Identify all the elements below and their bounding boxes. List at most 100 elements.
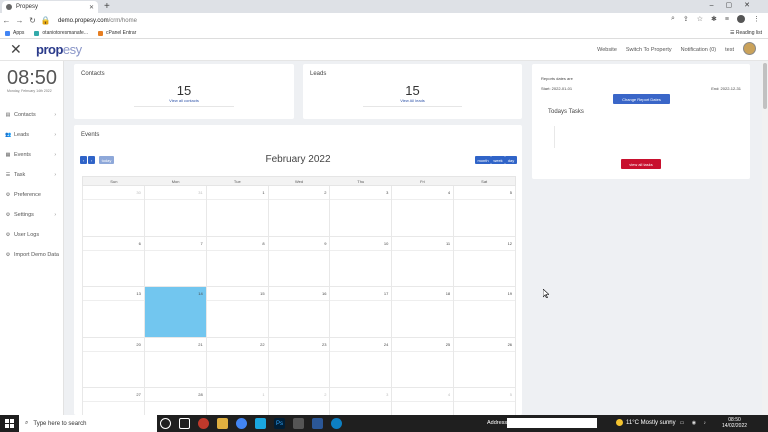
nav-switch-property[interactable]: Switch To Property	[626, 47, 672, 53]
task-view-icon[interactable]	[179, 418, 190, 429]
browser-tab[interactable]: Propesy ✕	[2, 1, 98, 13]
reload-icon[interactable]: ↻	[26, 16, 39, 25]
taskbar-clock[interactable]: 08:50 14/02/2022	[722, 417, 747, 429]
sidebar-item-task[interactable]: ☰ Task ›	[0, 165, 64, 185]
file-explorer-icon[interactable]	[217, 418, 228, 429]
sidebar-icon[interactable]: ≡	[725, 16, 729, 23]
calendar-day[interactable]: 6	[83, 236, 145, 287]
calendar-day[interactable]: 2	[268, 388, 331, 415]
sidebar-item-preference[interactable]: ⚙ Preference	[0, 185, 64, 205]
windows-start-icon[interactable]	[5, 419, 14, 428]
close-menu-icon[interactable]: ✕	[10, 41, 22, 58]
zoom-icon[interactable]: ⌕	[671, 15, 675, 23]
calendar-day[interactable]: 1	[206, 388, 269, 415]
close-tab-icon[interactable]: ✕	[89, 4, 94, 11]
calendar-day[interactable]: 17	[330, 287, 393, 338]
calendar-day[interactable]: 3	[330, 186, 393, 237]
profile-avatar[interactable]	[737, 15, 745, 23]
view-day-button[interactable]: day	[505, 156, 517, 164]
day-divider	[83, 401, 144, 402]
calendar-day[interactable]: 18	[392, 287, 455, 338]
system-tray-icons[interactable]: ⌃ ▭ ◉ ♪	[668, 420, 709, 426]
app-icon[interactable]	[293, 418, 304, 429]
calendar-day[interactable]: 16	[268, 287, 331, 338]
forward-icon[interactable]: →	[13, 16, 26, 25]
nav-user[interactable]: test	[725, 47, 734, 53]
calendar-day[interactable]: 7	[144, 236, 207, 287]
reading-list[interactable]: ☰ Reading list	[730, 30, 762, 36]
view-all-leads-link[interactable]: View All leads	[303, 98, 522, 103]
star-icon[interactable]: ☆	[697, 15, 703, 23]
calendar-day[interactable]: 10	[330, 236, 393, 287]
nav-website[interactable]: Website	[597, 47, 617, 53]
sidebar-item-import-demo-data[interactable]: ⚙ Import Demo Data	[0, 245, 64, 265]
calendar-day[interactable]: 2	[268, 186, 331, 237]
calendar-day[interactable]: 3	[330, 388, 393, 415]
calendar-day[interactable]: 27	[83, 388, 145, 415]
share-icon[interactable]: ⇪	[683, 15, 689, 23]
calendar-day[interactable]: 8	[206, 236, 269, 287]
calendar-day[interactable]: 31	[144, 186, 207, 237]
weather-widget[interactable]: 11°C Mostly sunny	[616, 419, 676, 426]
view-week-button[interactable]: week	[491, 156, 505, 164]
calendar-day[interactable]: 21	[144, 337, 207, 388]
sidebar-item-user-logs[interactable]: ⚙ User Logs	[0, 225, 64, 245]
calendar-week: 27 28 1 2 3 4 5	[82, 388, 517, 415]
taskbar-address-input[interactable]	[507, 418, 597, 428]
calendar-day[interactable]: 22	[206, 337, 269, 388]
sidebar-item-events[interactable]: ▦ Events ›	[0, 145, 64, 165]
taskbar-search[interactable]: ⌕ Type here to search	[19, 415, 157, 432]
calendar-day[interactable]: 30	[83, 186, 145, 237]
url-field[interactable]: demo.propesy.com/crm/home	[58, 18, 137, 24]
calendar-day[interactable]: 26	[454, 337, 517, 388]
calendar-day[interactable]: 5	[454, 186, 517, 237]
calendar-day[interactable]: 25	[392, 337, 455, 388]
skype-icon[interactable]	[255, 418, 266, 429]
calendar-day[interactable]: 15	[206, 287, 269, 338]
opera-icon[interactable]	[198, 418, 209, 429]
sidebar-item-leads[interactable]: 👥 Leads ›	[0, 125, 64, 145]
scrollbar-thumb[interactable]	[763, 63, 767, 109]
view-all-contacts-link[interactable]: View all contacts	[74, 98, 294, 103]
calendar-day-today[interactable]: 14	[144, 287, 207, 338]
window-controls[interactable]: –▢✕	[710, 1, 762, 9]
calendar-day[interactable]: 11	[392, 236, 455, 287]
cortana-icon[interactable]	[160, 418, 171, 429]
logo[interactable]: propesy	[36, 42, 82, 57]
chrome-icon[interactable]	[236, 418, 247, 429]
new-tab-icon[interactable]: +	[104, 1, 110, 12]
photoshop-icon[interactable]: Ps	[274, 418, 285, 429]
calendar-day[interactable]: 13	[83, 287, 145, 338]
day-divider	[454, 401, 516, 402]
sidebar-item-settings[interactable]: ⚙ Settings ›	[0, 205, 64, 225]
bookmark-cpanel[interactable]: cPanel Entrar	[98, 30, 136, 36]
bookmark-apps[interactable]: Apps	[5, 30, 24, 36]
edge-icon[interactable]	[331, 418, 342, 429]
back-icon[interactable]: ←	[0, 16, 13, 25]
calendar-day[interactable]: 12	[454, 236, 517, 287]
lock-icon[interactable]: 🔒	[39, 16, 52, 25]
user-avatar[interactable]	[743, 42, 756, 55]
calendar-day[interactable]: 23	[268, 337, 331, 388]
change-report-dates-button[interactable]: Change Report Dates	[613, 94, 670, 104]
view-month-button[interactable]: month	[475, 156, 491, 164]
day-number: 1	[262, 190, 265, 195]
app-icon[interactable]	[312, 418, 323, 429]
menu-icon[interactable]: ⋮	[753, 15, 760, 23]
calendar-day[interactable]: 4	[392, 186, 455, 237]
sidebar-item-contacts[interactable]: ▤ Contacts ›	[0, 105, 64, 125]
calendar-day[interactable]: 9	[268, 236, 331, 287]
calendar-day[interactable]: 5	[454, 388, 517, 415]
bookmark-site[interactable]: otaniotoresmanafe...	[34, 30, 88, 36]
nav-notification[interactable]: Notification (0)	[681, 47, 716, 53]
page-scrollbar[interactable]	[762, 61, 768, 415]
calendar-day[interactable]: 4	[392, 388, 455, 415]
calendar-day[interactable]: 1	[206, 186, 269, 237]
calendar-day[interactable]: 24	[330, 337, 393, 388]
calendar-day[interactable]: 19	[454, 287, 517, 338]
extensions-icon[interactable]: ✱	[711, 15, 717, 23]
calendar-day[interactable]: 20	[83, 337, 145, 388]
view-all-tasks-button[interactable]: view all tasks	[621, 159, 661, 169]
calendar-day[interactable]: 28	[144, 388, 207, 415]
reports-label: Reports dates are	[541, 76, 573, 81]
